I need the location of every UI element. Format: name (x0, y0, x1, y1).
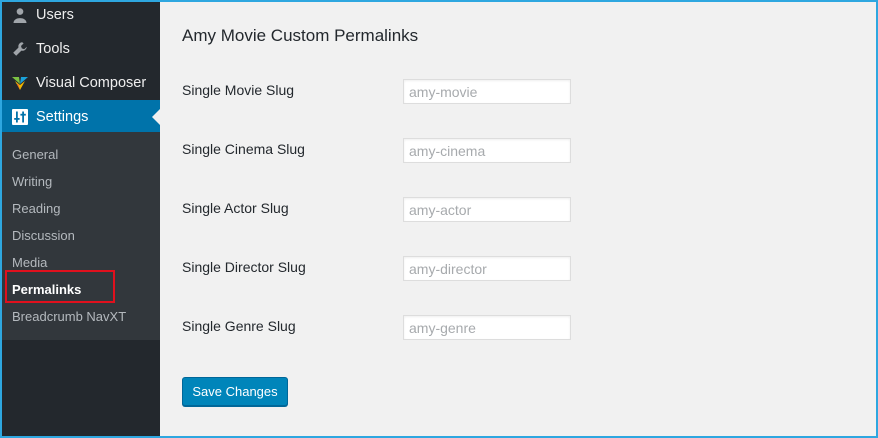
settings-sliders-icon (10, 107, 30, 127)
menu-item-tools[interactable]: Tools (2, 32, 160, 66)
permalinks-highlight-box (5, 270, 115, 303)
single-actor-slug-input[interactable] (403, 197, 571, 222)
menu-item-label: Settings (36, 109, 89, 125)
submenu-item-breadcrumb-navxt[interactable]: Breadcrumb NavXT (12, 309, 126, 324)
save-changes-button[interactable]: Save Changes (182, 377, 288, 406)
menu-item-users[interactable]: Users (2, 2, 160, 32)
single-genre-slug-label: Single Genre Slug (182, 318, 296, 334)
submenu-item-media[interactable]: Media (12, 255, 47, 270)
menu-item-label: Users (36, 7, 74, 23)
single-movie-slug-input[interactable] (403, 79, 571, 104)
menu-item-settings[interactable]: Settings (2, 100, 160, 134)
menu-item-visual-composer[interactable]: Visual Composer (2, 66, 160, 100)
single-genre-slug-input[interactable] (403, 315, 571, 340)
submenu-item-discussion[interactable]: Discussion (12, 228, 75, 243)
screenshot-frame: Users Tools Visual Composer Settings Gen… (0, 0, 878, 438)
visual-composer-icon (10, 73, 30, 93)
single-director-slug-input[interactable] (403, 256, 571, 281)
submenu-item-reading[interactable]: Reading (12, 201, 60, 216)
single-actor-slug-label: Single Actor Slug (182, 200, 289, 216)
single-movie-slug-label: Single Movie Slug (182, 82, 295, 98)
users-icon (10, 5, 30, 25)
single-director-slug-label: Single Director Slug (182, 259, 306, 275)
submenu-item-general[interactable]: General (12, 147, 58, 162)
submenu-item-writing[interactable]: Writing (12, 174, 52, 189)
menu-item-label: Tools (36, 41, 70, 57)
menu-item-label: Visual Composer (36, 75, 147, 91)
single-cinema-slug-input[interactable] (403, 138, 571, 163)
admin-sidebar: Users Tools Visual Composer Settings Gen… (2, 2, 160, 436)
page-title: Amy Movie Custom Permalinks (182, 26, 419, 45)
settings-submenu: General Writing Reading Discussion Media… (2, 132, 160, 340)
single-cinema-slug-label: Single Cinema Slug (182, 141, 305, 157)
main-content: Amy Movie Custom Permalinks Single Movie… (160, 2, 876, 436)
wrench-icon (10, 39, 30, 59)
